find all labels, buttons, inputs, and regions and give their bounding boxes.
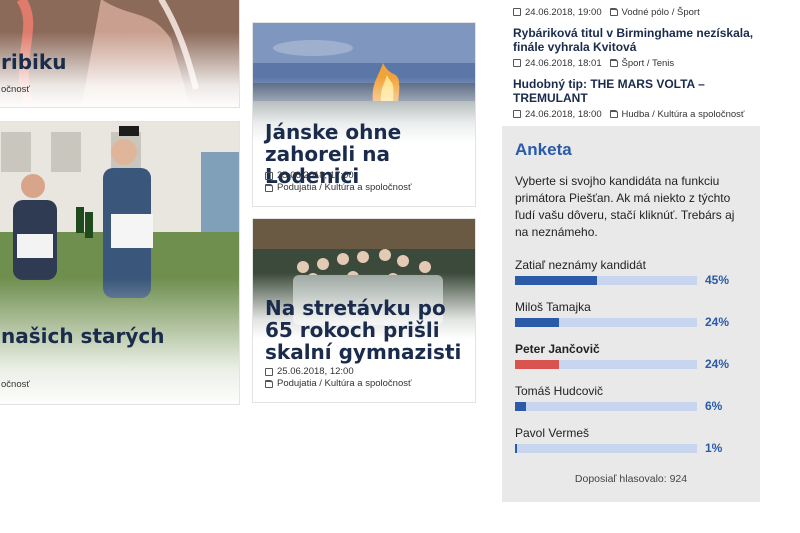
poll-option-label[interactable]: Tomáš Hudcovič — [515, 384, 751, 398]
calendar-icon — [265, 367, 273, 376]
article-title[interactable]: ribiku — [1, 51, 231, 73]
poll-total-votes: Doposiaľ hlasovalo: 924 — [574, 473, 688, 485]
poll-bar-track — [515, 276, 697, 285]
poll-question: Vyberte si svojho kandidáta na funkciu p… — [515, 174, 735, 239]
folder-icon — [265, 379, 273, 388]
poll-option-percent: 24% — [705, 357, 730, 371]
poll-bar-track — [515, 444, 697, 453]
poll-option-label[interactable]: Peter Jančovič — [515, 342, 751, 356]
date-text: 24.06.2018, 18:01 — [525, 58, 602, 69]
poll-option-label[interactable]: Miloš Tamajka — [515, 300, 751, 314]
poll-bar-fill — [515, 360, 559, 369]
article-card[interactable]: ribiku očnosť — [0, 0, 240, 108]
article-card[interactable]: našich starých očnosť — [0, 121, 240, 405]
calendar-icon — [513, 8, 521, 16]
tags-text[interactable]: Šport / Tenis — [622, 58, 675, 69]
news-item: Rybáriková titul v Birminghame nezískala… — [513, 21, 763, 71]
poll-bar-fill — [515, 444, 517, 453]
poll-option[interactable]: Miloš Tamajka 24% — [515, 300, 751, 329]
poll-widget: Anketa Vyberte si svojho kandidáta na fu… — [502, 126, 760, 502]
article-tags: očnosť — [1, 378, 30, 393]
news-meta: 24.06.2018, 18:00 Hudba / Kultúra a spol… — [513, 108, 763, 122]
poll-option-label[interactable]: Zatiaľ neznámy kandidát — [515, 258, 751, 272]
poll-bar-track — [515, 360, 697, 369]
poll-option-percent: 6% — [705, 399, 723, 413]
news-meta: 24.06.2018, 19:00 Vodné pólo / Šport — [513, 6, 763, 20]
article-tags: očnosť — [1, 83, 30, 98]
article-tags-text[interactable]: očnosť — [1, 84, 30, 95]
poll-option[interactable]: Zatiaľ neznámy kandidát 45% — [515, 258, 751, 287]
article-tags-text[interactable]: očnosť — [1, 379, 30, 390]
news-meta: 24.06.2018, 18:01 Šport / Tenis — [513, 57, 763, 71]
folder-icon — [609, 110, 618, 118]
poll-bar-fill — [515, 318, 559, 327]
news-item: Hudobný tip: THE MARS VOLTA – TREMULANT … — [513, 72, 763, 122]
poll-option-percent: 45% — [705, 273, 730, 287]
poll-bar-track — [515, 318, 697, 327]
calendar-icon — [513, 110, 521, 118]
folder-icon — [609, 8, 618, 16]
poll-bar-fill — [515, 402, 526, 411]
article-card[interactable]: Jánske ohne zahoreli na Lodenici 25.06.2… — [252, 22, 476, 207]
article-title[interactable]: našich starých — [1, 325, 231, 347]
tags-text[interactable]: Podujatia / Kultúra a spoločnosť — [277, 378, 412, 389]
tags-text[interactable]: Podujatia / Kultúra a spoločnosť — [277, 182, 412, 193]
poll-option-label[interactable]: Pavol Vermeš — [515, 426, 751, 440]
article-tags: Podujatia / Kultúra a spoločnosť — [265, 181, 412, 196]
poll-bar-track — [515, 402, 697, 411]
tags-text[interactable]: Vodné pólo / Šport — [622, 7, 700, 18]
poll-option[interactable]: Pavol Vermeš 1% — [515, 426, 751, 455]
folder-icon — [265, 183, 273, 192]
tags-text[interactable]: Hudba / Kultúra a spoločnosť — [622, 109, 745, 120]
calendar-icon — [265, 171, 273, 180]
article-photo[interactable] — [0, 122, 239, 404]
poll-option[interactable]: Tomáš Hudcovič 6% — [515, 384, 751, 413]
folder-icon — [609, 59, 618, 67]
article-title[interactable]: Na stretávku po 65 rokoch prišli skalní … — [265, 297, 467, 363]
date-text: 25.06.2018, 17:00 — [277, 170, 354, 181]
date-text: 24.06.2018, 19:00 — [525, 7, 602, 18]
date-text: 25.06.2018, 12:00 — [277, 366, 354, 377]
calendar-icon — [513, 59, 521, 67]
article-card[interactable]: Na stretávku po 65 rokoch prišli skalní … — [252, 218, 476, 403]
news-title[interactable]: Hudobný tip: THE MARS VOLTA – TREMULANT — [513, 77, 763, 105]
poll-option-percent: 24% — [705, 315, 730, 329]
news-title[interactable]: Rybáriková titul v Birminghame nezískala… — [513, 26, 763, 54]
poll-option[interactable]: Peter Jančovič 24% — [515, 342, 751, 371]
poll-bar-fill — [515, 276, 597, 285]
date-text: 24.06.2018, 18:00 — [525, 109, 602, 120]
poll-heading: Anketa — [515, 140, 572, 159]
news-item: 24.06.2018, 19:00 Vodné pólo / Šport — [513, 6, 763, 20]
poll-option-percent: 1% — [705, 441, 723, 455]
article-tags: Podujatia / Kultúra a spoločnosť — [265, 377, 412, 392]
